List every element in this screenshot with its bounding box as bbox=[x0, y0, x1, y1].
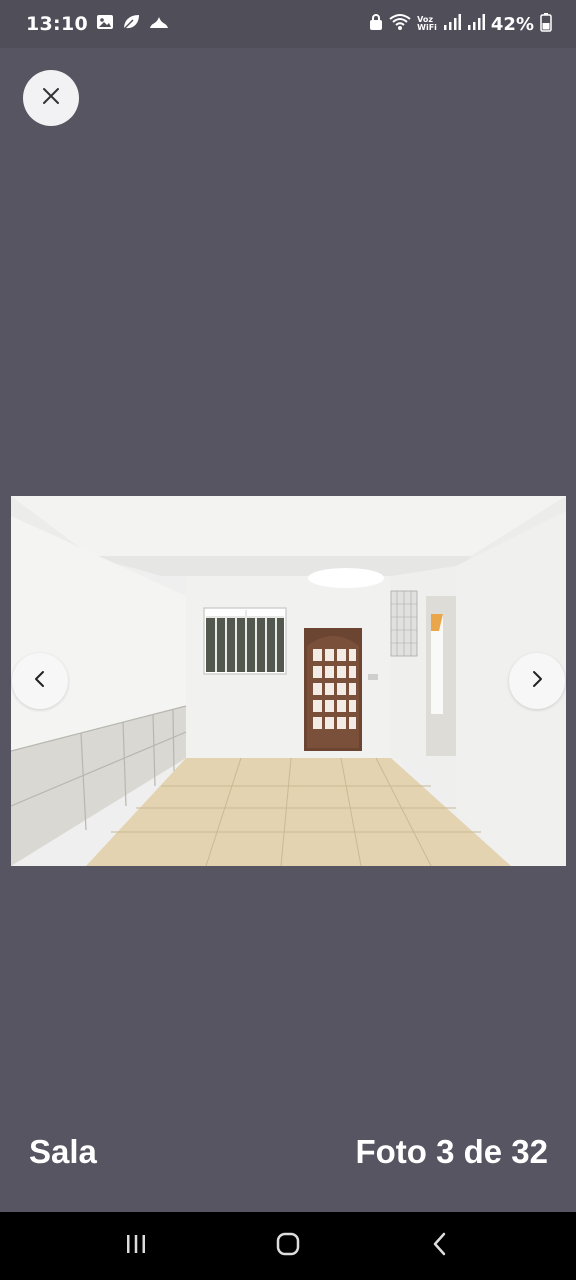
status-bar: 13:10 Voz WiFi 42% bbox=[0, 0, 576, 48]
back-icon bbox=[430, 1232, 450, 1261]
back-button[interactable] bbox=[410, 1216, 470, 1276]
status-notification-icons bbox=[96, 13, 170, 36]
system-navigation-bar bbox=[0, 1212, 576, 1280]
status-system-icons: Voz WiFi 42% bbox=[369, 12, 552, 37]
next-photo-button[interactable] bbox=[509, 653, 565, 709]
wifi-label: WiFi bbox=[417, 23, 437, 32]
lock-icon bbox=[369, 13, 383, 36]
wifi-calling-icon bbox=[389, 13, 411, 36]
status-time: 13:10 bbox=[26, 13, 88, 35]
chevron-right-icon bbox=[530, 670, 544, 693]
signal-icon bbox=[443, 13, 461, 36]
voz-wifi-indicator: Voz WiFi bbox=[417, 16, 437, 32]
previous-photo-button[interactable] bbox=[12, 653, 68, 709]
chevron-left-icon bbox=[33, 670, 47, 693]
room-label: Sala bbox=[29, 1133, 97, 1170]
signal-icon bbox=[467, 13, 485, 36]
photo-counter: Foto 3 de 32 bbox=[355, 1133, 548, 1170]
home-icon bbox=[275, 1231, 301, 1262]
room-photo bbox=[11, 496, 566, 866]
home-button[interactable] bbox=[258, 1216, 318, 1276]
image-icon bbox=[96, 13, 114, 36]
cloud-icon bbox=[148, 13, 170, 36]
battery-icon bbox=[540, 12, 552, 37]
leaf-icon bbox=[121, 13, 141, 36]
close-button[interactable] bbox=[23, 70, 79, 126]
battery-percent: 42% bbox=[490, 13, 534, 35]
close-icon bbox=[42, 87, 60, 110]
recents-button[interactable] bbox=[106, 1216, 166, 1276]
recents-icon bbox=[124, 1232, 148, 1261]
